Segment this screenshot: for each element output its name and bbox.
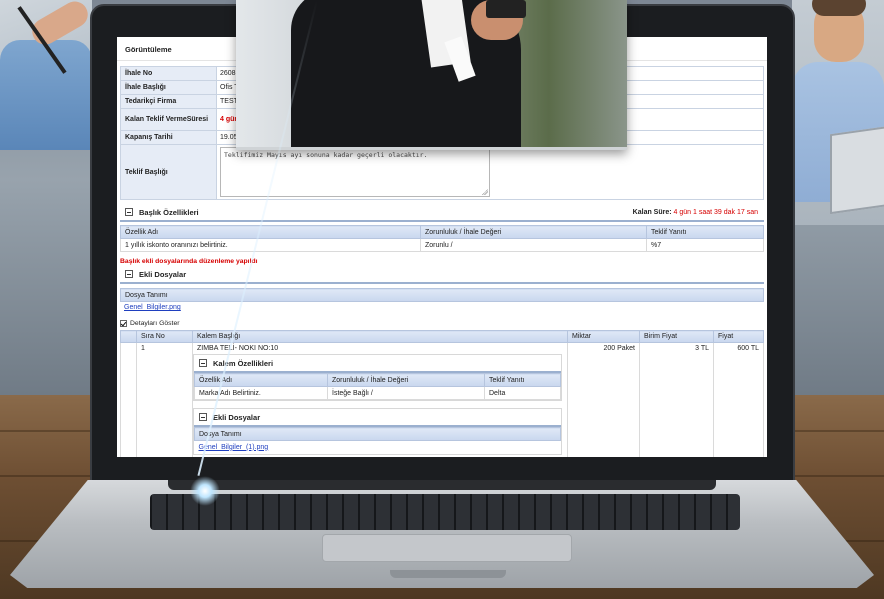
info-label: Teklif Başlığı: [120, 144, 217, 200]
table-cell: Marka Adı Belirtiniz.: [194, 386, 328, 400]
column-header: Teklif Yanıtı: [646, 225, 764, 239]
section-title: Başlık Özellikleri: [139, 207, 199, 217]
attached-files-table: Dosya Tanımı: [120, 288, 764, 302]
collapse-icon[interactable]: [125, 208, 133, 216]
item-price: 600 TL: [713, 342, 764, 457]
table-cell: Delta: [484, 386, 561, 400]
column-header: Dosya Tanımı: [194, 427, 561, 441]
item-files-header: Ekli Dosyalar: [194, 409, 561, 427]
resize-grip-icon[interactable]: [482, 189, 488, 195]
table-row: 1 yıllık iskonto oranınızı belirtiniz. Z…: [120, 238, 764, 252]
table-cell: Zorunlu /: [420, 238, 647, 252]
section-title: Ekli Dosyalar: [213, 412, 261, 422]
offer-text: Teklifimiz Mayıs ayı sonuna kadar geçerl…: [224, 151, 428, 159]
info-label: İhale No: [120, 66, 217, 81]
show-details-toggle[interactable]: Detayları Göster: [120, 320, 179, 327]
item-qty: 200 Paket: [567, 342, 640, 457]
column-header: Özellik Adı: [194, 373, 328, 387]
table-cell: %7: [646, 238, 764, 252]
column-header: Dosya Tanımı: [120, 288, 764, 302]
table-header-row: Dosya Tanımı: [194, 427, 561, 441]
item-no: 1: [136, 342, 193, 457]
column-header: Miktar: [567, 330, 640, 343]
table-header-row: Özellik Adı Zorunluluk / İhale Değeri Te…: [194, 373, 561, 387]
info-row: Teklif Başlığı Teklifimiz Mayıs ayı sonu…: [120, 144, 764, 200]
column-header: Teklif Yanıtı: [484, 373, 561, 387]
small-laptop: [830, 125, 884, 215]
item-features-box: Kalem Özellikleri Özellik Adı Zorunluluk…: [193, 354, 562, 401]
row-spacer: [120, 342, 137, 457]
laptop-hinge: [168, 480, 716, 490]
phone: [486, 0, 526, 18]
header-features-section: Başlık Özellikleri Kalan Süre: 4 gün 1 s…: [120, 204, 764, 222]
table-header-row: Sıra No Kalem Başlığı Miktar Birim Fiyat…: [120, 330, 764, 343]
info-label: Kapanış Tarihi: [120, 130, 217, 145]
table-cell: Genel_Bilgiler_(1).png: [195, 441, 561, 454]
file-row: Genel_Bilgiler.png: [120, 302, 764, 315]
person-shirt: [0, 40, 92, 150]
collapse-icon[interactable]: [199, 359, 207, 367]
info-value: Teklifimiz Mayıs ayı sonuna kadar geçerl…: [216, 144, 764, 200]
table-header-row: Dosya Tanımı: [120, 288, 764, 302]
item-files-table: Dosya Tanımı Genel_Bilgiler_(1).png: [194, 427, 561, 454]
attached-files-section: Ekli Dosyalar: [120, 266, 764, 284]
column-header: Zorunluluk / İhale Değeri: [327, 373, 485, 387]
file-link[interactable]: Genel_Bilgiler.png: [124, 304, 181, 311]
light-glow: [190, 476, 220, 506]
collapse-icon[interactable]: [199, 413, 207, 421]
column-header: Birim Fiyat: [639, 330, 714, 343]
column-header: Zorunluluk / İhale Değeri: [420, 225, 647, 239]
header-features-table: Özellik Adı Zorunluluk / İhale Değeri Te…: [120, 225, 764, 252]
laptop-notch: [390, 570, 506, 578]
remaining-time: Kalan Süre: 4 gün 1 saat 39 dak 17 san: [633, 209, 764, 216]
file-link[interactable]: Genel_Bilgiler_(1).png: [199, 444, 269, 451]
show-details-label: Detayları Göster: [130, 320, 180, 327]
businessman-photo: [236, 0, 627, 150]
edit-notice: Başlık ekli dosyalarında düzenleme yapıl…: [120, 258, 258, 265]
table-row: Genel_Bilgiler_(1).png: [195, 441, 561, 454]
item-unit-price: 3 TL: [639, 342, 714, 457]
collapse-icon[interactable]: [125, 270, 133, 278]
table-cell: 1 yıllık iskonto oranınızı belirtiniz.: [120, 238, 421, 252]
column-header: Kalem Başlığı: [192, 330, 568, 343]
column-header-spacer: [120, 330, 137, 343]
remaining-label: Kalan Süre:: [632, 208, 672, 216]
item-features-table: Özellik Adı Zorunluluk / İhale Değeri Te…: [194, 373, 561, 400]
background-photo-right: [792, 0, 884, 225]
checkbox-checked-icon[interactable]: [120, 320, 127, 327]
trackpad: [322, 534, 572, 562]
info-label: İhale Başlığı: [120, 80, 217, 95]
offer-textarea[interactable]: Teklifimiz Mayıs ayı sonuna kadar geçerl…: [220, 147, 490, 197]
table-header-row: Özellik Adı Zorunluluk / İhale Değeri Te…: [120, 225, 764, 239]
keyboard: [150, 494, 740, 530]
table-cell: İsteğe Bağlı /: [327, 386, 485, 400]
info-label: Tedarikçi Firma: [120, 94, 217, 109]
column-header: Özellik Adı: [120, 225, 421, 239]
column-header: Sıra No: [136, 330, 193, 343]
item-files-box: Ekli Dosyalar Dosya Tanımı Genel_Bilgile…: [193, 408, 562, 455]
column-header: Fiyat: [713, 330, 764, 343]
background-photo-left: [0, 0, 92, 150]
person-hair: [812, 0, 866, 16]
table-row: Marka Adı Belirtiniz. İsteğe Bağlı / Del…: [194, 386, 561, 400]
remaining-value: 4 gün 1 saat 39 dak 17 san: [673, 208, 758, 216]
item-features-header: Kalem Özellikleri: [194, 355, 561, 373]
section-title: Ekli Dosyalar: [139, 269, 187, 279]
section-title: Kalem Özellikleri: [213, 358, 274, 368]
info-label: Kalan Teklif VermeSüresi: [120, 108, 217, 131]
